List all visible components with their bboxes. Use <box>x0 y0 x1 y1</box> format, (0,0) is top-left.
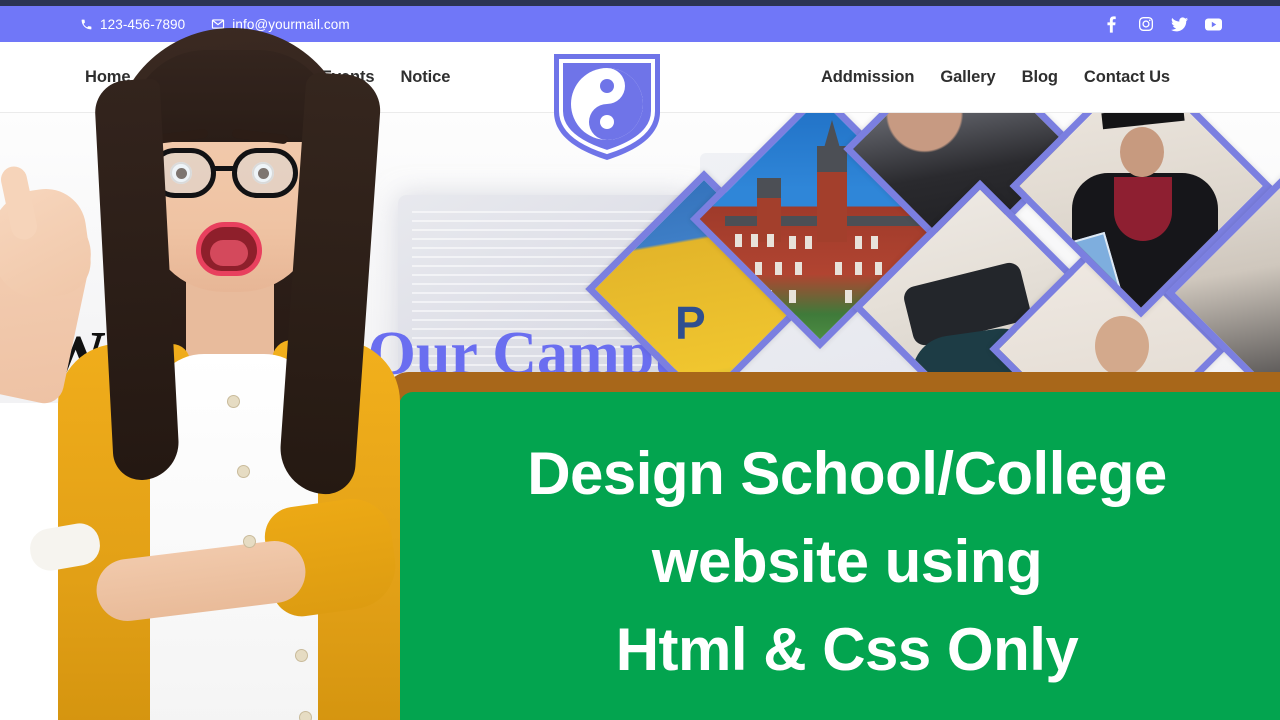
social-links-group <box>1103 15 1222 33</box>
promo-line-3: Html & Css Only <box>615 616 1079 684</box>
promo-line-1: Design School/College <box>527 440 1167 507</box>
diamond-photo-collage <box>585 113 1280 468</box>
twitter-icon[interactable] <box>1171 16 1188 33</box>
page-root: 123-456-7890 info@yourmail.com Home Noti… <box>0 0 1280 720</box>
nav-item-addmission[interactable]: Addmission <box>821 68 915 87</box>
promo-chalkboard-banner: Design School/College website using Html… <box>385 372 1280 720</box>
nav-item-gallery[interactable]: Gallery <box>940 68 995 87</box>
nav-item-contact-us[interactable]: Contact Us <box>1084 68 1170 87</box>
nav-right-group: Addmission Gallery Blog Contact Us <box>821 68 1170 87</box>
promo-line-2: website using <box>651 528 1043 596</box>
chalkboard-face: Design School/College website using Html… <box>399 392 1280 720</box>
nav-item-blog[interactable]: Blog <box>1022 68 1058 87</box>
presenter-woman-photo <box>0 14 420 720</box>
promo-text-block: Design School/College website using Html… <box>399 430 1280 695</box>
youtube-icon[interactable] <box>1205 16 1222 33</box>
facebook-icon[interactable] <box>1103 15 1120 33</box>
shield-yinyang-logo[interactable] <box>542 46 672 164</box>
instagram-icon[interactable] <box>1137 16 1154 33</box>
